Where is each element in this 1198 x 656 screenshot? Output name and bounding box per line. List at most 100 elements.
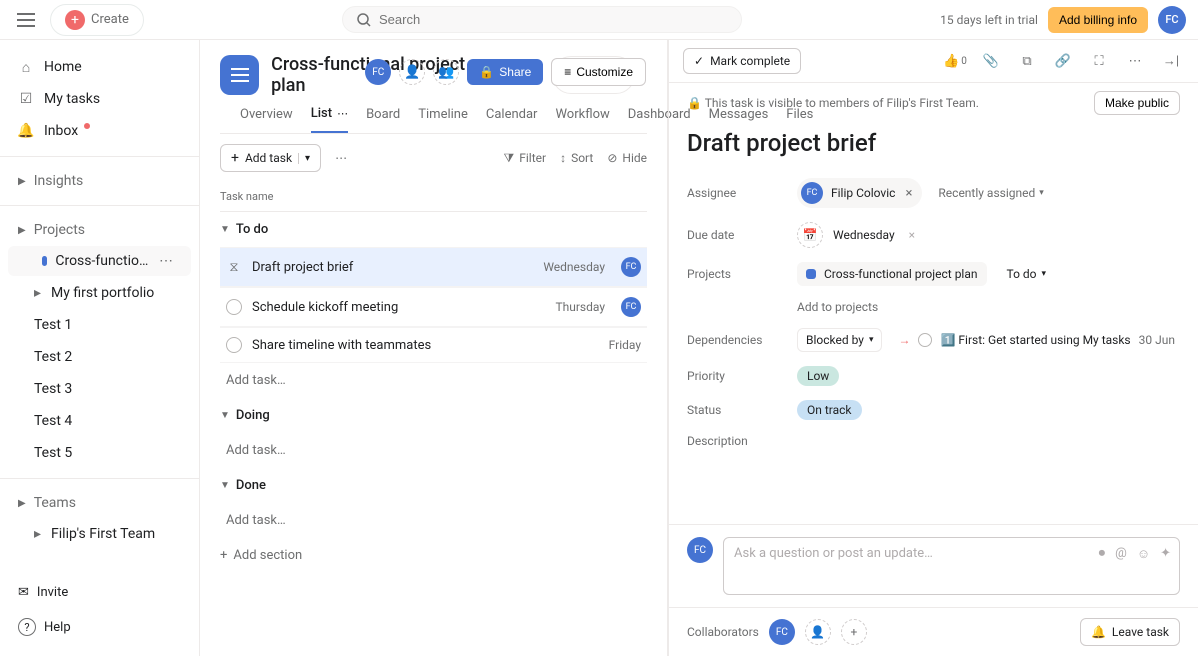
insights-expand[interactable]: ▶Insights (0, 167, 199, 195)
close-icon[interactable]: →| (1158, 48, 1184, 74)
sort-icon: ↕ (560, 151, 566, 165)
record-icon[interactable]: ⏺ (1099, 546, 1106, 562)
attachment-icon[interactable]: 📎 (978, 48, 1004, 74)
priority-label: Priority (687, 369, 787, 383)
user-avatar[interactable]: FC (1158, 6, 1186, 34)
mention-icon[interactable]: @ (1115, 546, 1127, 562)
hamburger-icon[interactable] (12, 6, 40, 34)
share-button[interactable]: 🔒Share (467, 59, 543, 85)
add-task-inline[interactable]: Add task… (220, 433, 647, 468)
section-to-do[interactable]: ▼To do (220, 212, 647, 247)
billing-button[interactable]: Add billing info (1048, 7, 1148, 33)
sidebar-test3[interactable]: Test 3 (0, 374, 199, 404)
add-task-inline[interactable]: Add task… (220, 363, 647, 398)
tab-list[interactable]: List⋯ (311, 106, 348, 133)
link-icon[interactable]: 🔗 (1050, 48, 1076, 74)
status-chip-detail[interactable]: On track (797, 400, 862, 420)
visibility-text: This task is visible to members of Filip… (705, 96, 979, 110)
more-actions-icon[interactable]: ⋯ (335, 151, 347, 165)
dep-check-icon (918, 333, 932, 347)
teams-expand[interactable]: ▶Teams (0, 489, 199, 517)
task-title[interactable]: Draft project brief (669, 123, 1198, 171)
home-icon: ⌂ (18, 59, 34, 75)
section-done[interactable]: ▼Done (220, 468, 647, 503)
create-button[interactable]: + Create (50, 4, 144, 36)
filter-button[interactable]: ⧩Filter (504, 151, 547, 166)
sidebar-project-active[interactable]: Cross-functional project plan⋯ (8, 246, 191, 276)
add-member-icon-2[interactable]: 👥 (433, 59, 459, 85)
add-collab-plus[interactable]: + (841, 619, 867, 645)
recently-assigned[interactable]: Recently assigned▾ (938, 186, 1043, 200)
add-member-icon[interactable]: 👤 (399, 59, 425, 85)
like-button[interactable]: 👍0 (942, 48, 968, 74)
star-react-icon[interactable]: ✦ (1160, 546, 1171, 562)
assignee-label: Assignee (687, 186, 787, 200)
sidebar-home[interactable]: ⌂Home (0, 52, 199, 82)
filter-icon: ⧩ (504, 151, 515, 166)
help-button[interactable]: ?Help (0, 610, 199, 644)
bell-icon: 🔔 (18, 123, 34, 139)
sidebar-inbox[interactable]: 🔔Inbox (0, 116, 199, 146)
dependency-task[interactable]: → 1️⃣ First: Get started using My tasks … (898, 333, 1174, 347)
task-row[interactable]: ⧖Draft project briefWednesdayFC (220, 247, 647, 287)
dependencies-label: Dependencies (687, 333, 787, 347)
dependency-type-select[interactable]: Blocked by▾ (797, 328, 882, 352)
make-public-button[interactable]: Make public (1094, 91, 1180, 115)
tab-workflow[interactable]: Workflow (555, 106, 609, 133)
hide-button[interactable]: ⊘Hide (607, 151, 647, 165)
sidebar-test4[interactable]: Test 4 (0, 406, 199, 436)
task-checkbox[interactable] (226, 299, 242, 315)
tab-overview[interactable]: Overview (240, 106, 293, 133)
add-collab-button[interactable]: 👤 (805, 619, 831, 645)
sidebar-test5[interactable]: Test 5 (0, 438, 199, 468)
notif-dot (84, 123, 90, 129)
priority-chip[interactable]: Low (797, 366, 839, 386)
sidebar-test1[interactable]: Test 1 (0, 310, 199, 340)
sort-button[interactable]: ↕Sort (560, 151, 593, 165)
task-row[interactable]: Schedule kickoff meetingThursdayFC (220, 287, 647, 327)
sidebar-test2[interactable]: Test 2 (0, 342, 199, 372)
project-color-icon (806, 269, 816, 279)
project-tabs: Overview List⋯ Board Timeline Calendar Workfl… (220, 96, 647, 134)
tab-timeline[interactable]: Timeline (418, 106, 468, 133)
task-name: Share timeline with teammates (252, 338, 551, 353)
task-checkbox[interactable] (226, 337, 242, 353)
more-icon[interactable]: ⋯ (1122, 48, 1148, 74)
sidebar-portfolio[interactable]: ▸My first portfolio (0, 278, 199, 308)
clear-due-icon[interactable]: × (909, 228, 915, 242)
emoji-icon[interactable]: ☺ (1137, 546, 1150, 562)
add-section-button[interactable]: +Add section (220, 538, 647, 573)
add-task-button[interactable]: +Add task▾ (220, 144, 321, 172)
mark-complete-button[interactable]: ✓Mark complete (683, 48, 801, 74)
invite-button[interactable]: ✉Invite (0, 577, 199, 608)
sidebar-mytasks[interactable]: ☑My tasks (0, 84, 199, 114)
calendar-icon[interactable]: 📅 (797, 222, 823, 248)
collaborators-label: Collaborators (687, 625, 759, 639)
assignee-pill[interactable]: FC Filip Colovic × (797, 178, 922, 208)
sidebar-team[interactable]: ▸Filip's First Team (0, 519, 199, 549)
project-chip[interactable]: Cross-functional project plan (797, 262, 987, 286)
customize-button[interactable]: ≡Customize (551, 58, 646, 86)
subtask-icon[interactable]: ⧉ (1014, 48, 1040, 74)
project-stage-select[interactable]: To do▾ (1007, 267, 1047, 281)
tab-board[interactable]: Board (366, 106, 400, 133)
add-to-projects[interactable]: Add to projects (797, 300, 878, 314)
header-avatar[interactable]: FC (365, 59, 391, 85)
column-task-name: Task name (220, 190, 647, 203)
tab-calendar[interactable]: Calendar (486, 106, 538, 133)
section-doing[interactable]: ▼Doing (220, 398, 647, 433)
fullscreen-icon[interactable]: ⛶ (1086, 48, 1112, 74)
add-task-inline[interactable]: Add task… (220, 503, 647, 538)
projects-expand[interactable]: ▶Projects (0, 216, 199, 244)
due-value[interactable]: Wednesday (833, 228, 895, 242)
envelope-icon: ✉ (18, 585, 29, 600)
task-row[interactable]: Share timeline with teammatesFriday (220, 327, 647, 363)
remove-assignee-icon[interactable]: × (905, 186, 912, 201)
search-input[interactable] (342, 6, 742, 33)
collab-avatar[interactable]: FC (769, 619, 795, 645)
task-name: Schedule kickoff meeting (252, 300, 515, 315)
projects-label: Projects (687, 267, 787, 281)
comment-input[interactable]: Ask a question or post an update… ⏺ @ ☺ … (723, 537, 1180, 595)
blocked-arrow-icon: → (898, 333, 910, 347)
leave-task-button[interactable]: 🔔Leave task (1080, 618, 1180, 646)
